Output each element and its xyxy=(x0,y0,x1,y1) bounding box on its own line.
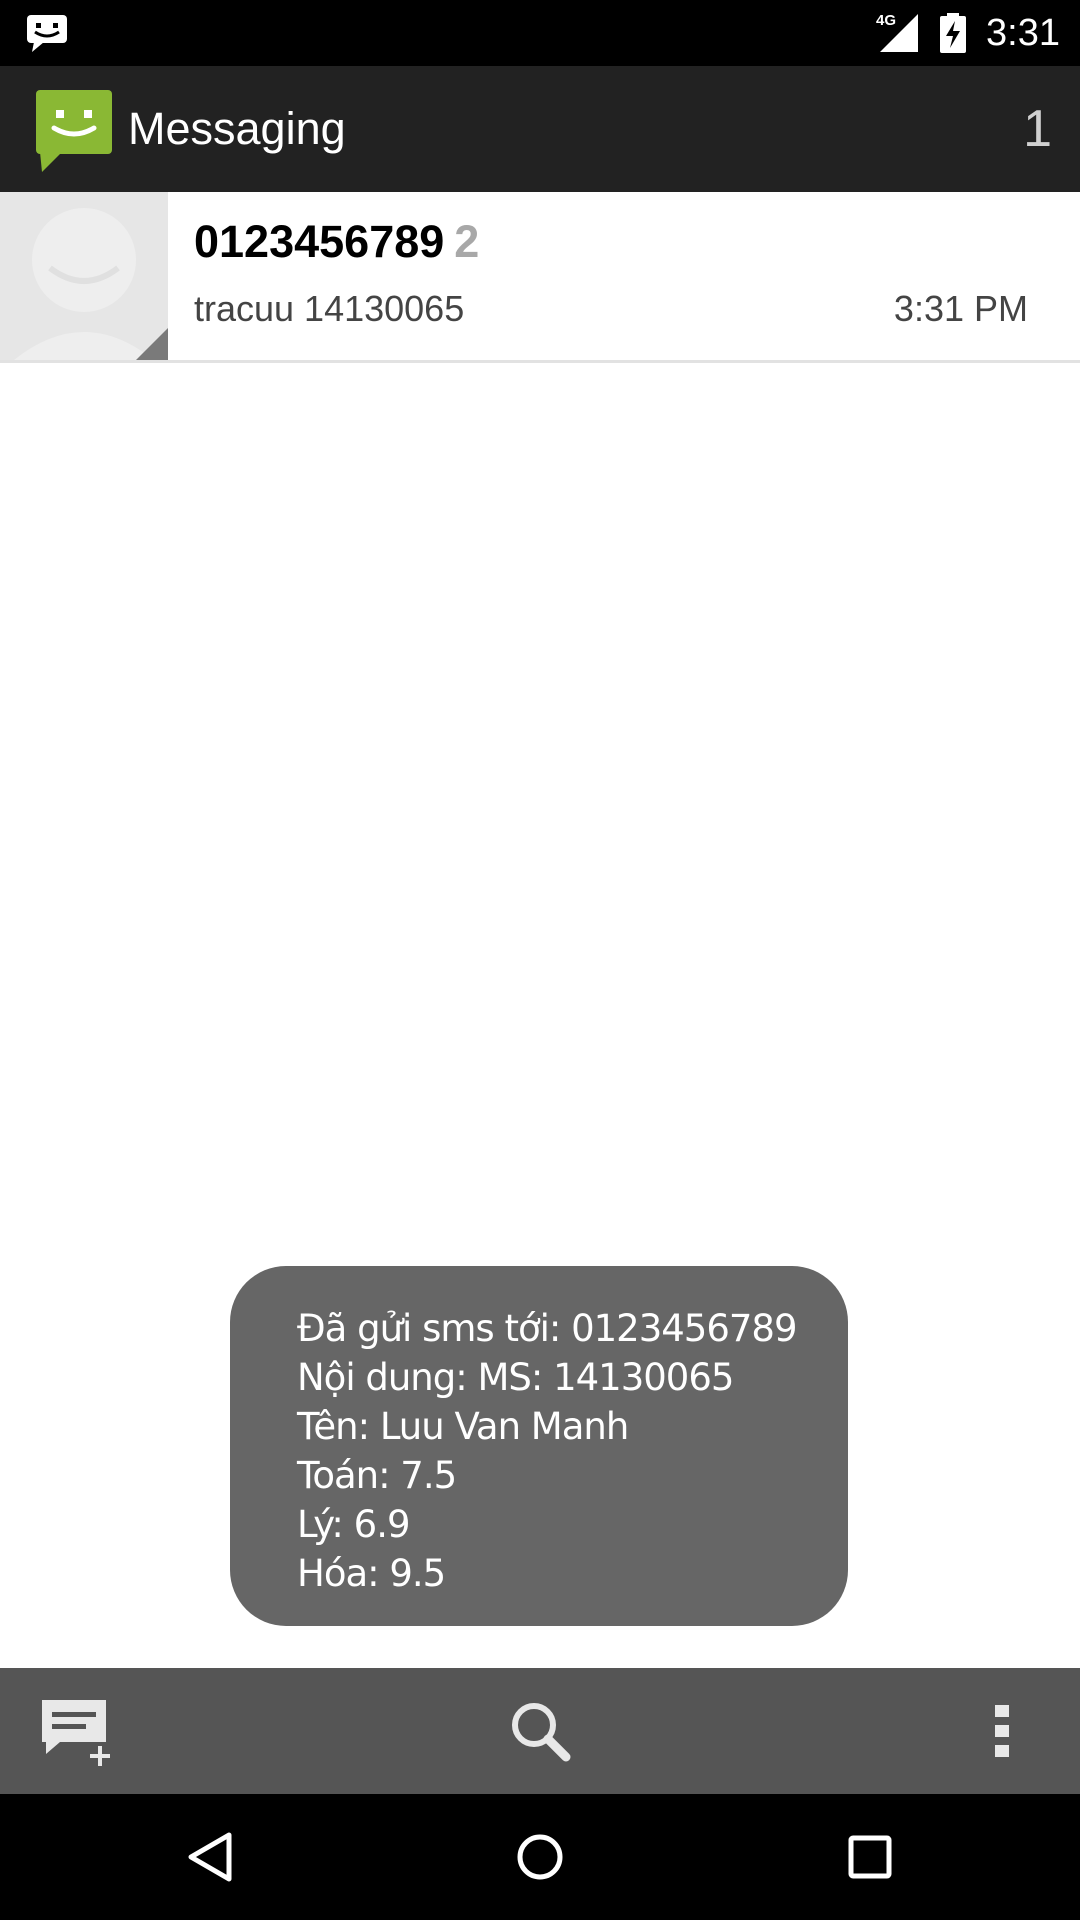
home-icon xyxy=(517,1834,563,1880)
sender-number: 0123456789 xyxy=(194,216,445,267)
new-message-icon xyxy=(42,1700,110,1766)
search-icon xyxy=(512,1703,571,1762)
navigation-bar xyxy=(0,1794,1080,1920)
toast-line: Lý: 6.9 xyxy=(297,1503,411,1546)
home-button[interactable] xyxy=(470,1794,610,1920)
status-bar: 4G 3:31 xyxy=(0,0,1080,66)
action-bar: Messaging 1 xyxy=(0,66,1080,192)
conversation-time: 3:31 PM xyxy=(893,288,1028,329)
message-count: 2 xyxy=(454,216,480,267)
message-notification-icon xyxy=(27,15,67,52)
toast-line: Toán: 7.5 xyxy=(297,1454,457,1497)
messaging-screen: 4G 3:31 Messaging 1 0123456789 2 tracuu … xyxy=(0,0,1080,1920)
recents-icon xyxy=(848,1835,892,1879)
toast-line: Tên: Luu Van Manh xyxy=(297,1405,629,1448)
overflow-menu-button[interactable] xyxy=(932,1668,1072,1794)
unread-count-badge: 1 xyxy=(1023,100,1052,158)
battery-charging-icon xyxy=(940,13,967,53)
bottom-action-bar xyxy=(0,1668,1080,1794)
messaging-app-icon[interactable] xyxy=(34,88,114,176)
new-message-button[interactable] xyxy=(10,1668,150,1794)
conversation-list: 0123456789 2 tracuu 14130065 3:31 PM xyxy=(0,192,1080,363)
conversation-item[interactable]: 0123456789 2 tracuu 14130065 3:31 PM xyxy=(0,192,1080,363)
conversation-sender: 0123456789 2 xyxy=(194,216,479,268)
conversation-snippet: tracuu 14130065 xyxy=(194,288,465,329)
back-button[interactable] xyxy=(140,1794,280,1920)
recents-button[interactable] xyxy=(800,1794,940,1920)
network-type-label: 4G xyxy=(876,12,897,29)
toast-line: Nội dung: MS: 14130065 xyxy=(297,1356,734,1399)
status-time: 3:31 xyxy=(986,11,1060,54)
overflow-menu-icon xyxy=(995,1705,1009,1757)
app-title: Messaging xyxy=(128,103,346,154)
toast-line: Đã gửi sms tới: 0123456789 xyxy=(297,1307,798,1350)
toast-line: Hóa: 9.5 xyxy=(297,1552,446,1595)
contact-avatar[interactable] xyxy=(0,192,168,360)
back-icon xyxy=(188,1832,232,1882)
status-icons: 4G 3:31 xyxy=(874,0,1060,66)
signal-icon: 4G xyxy=(874,12,920,54)
toast-message: Đã gửi sms tới: 0123456789 Nội dung: MS:… xyxy=(230,1266,848,1626)
search-button[interactable] xyxy=(470,1668,610,1794)
